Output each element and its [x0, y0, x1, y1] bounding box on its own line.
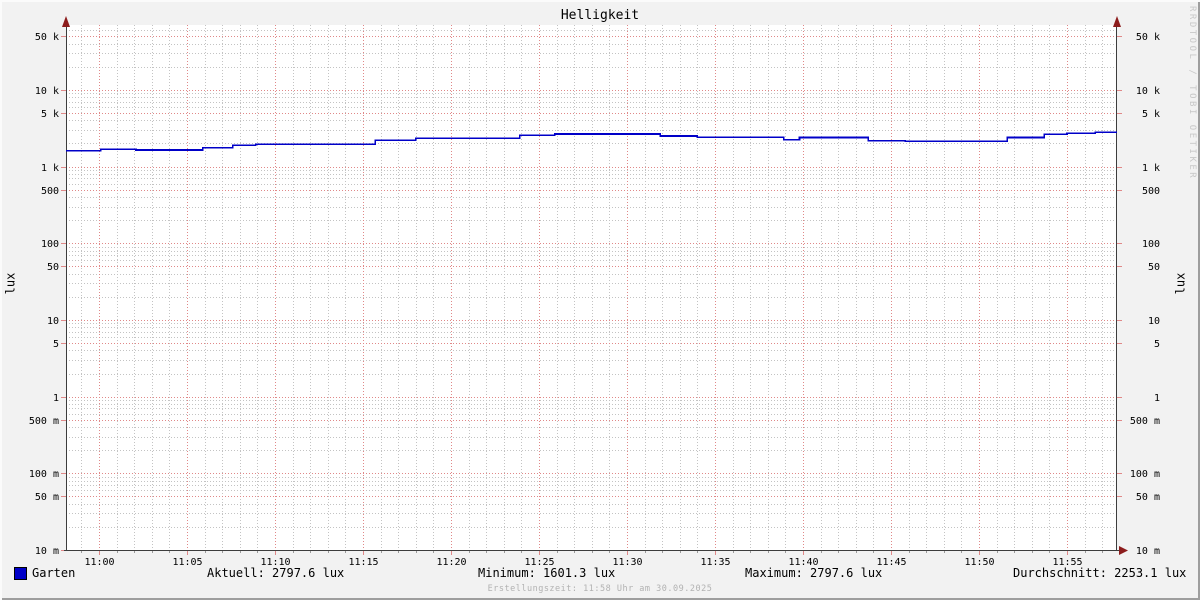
y-tick-label-left: 500 m — [29, 416, 59, 427]
y-tick-label-left: 10 — [47, 316, 59, 327]
y-tick-label-right: 50 — [1148, 262, 1160, 273]
y-tick-label-right: 10 k — [1136, 86, 1160, 97]
x-tick-label: 11:30 — [612, 557, 642, 568]
x-axis-arrow — [1119, 546, 1128, 555]
y-tick-label-left: 50 m — [35, 492, 59, 503]
y-tick-label-right: 5 — [1154, 339, 1160, 350]
y-axis-unit-left: lux — [3, 272, 18, 295]
chart-canvas: 50 k 50 k 10 k 10 k 5 k 5 k 1 k 1 k 500 500 100 100… — [29, 16, 1160, 568]
creation-timestamp: Erstellungszeit: 11:58 Uhr am 30.09.2025 — [487, 584, 713, 594]
plot-area — [66, 25, 1117, 550]
y-tick-label-left: 10 m — [35, 546, 59, 557]
y-tick-label-right: 100 m — [1130, 469, 1160, 480]
legend-color-swatch — [14, 567, 27, 580]
y-tick-label-left: 50 — [47, 262, 59, 273]
legend-series-label: Garten — [32, 566, 76, 580]
y-tick-label-right: 10 — [1148, 316, 1160, 327]
x-tick-label: 11:20 — [436, 557, 466, 568]
y-tick-label-right: 10 m — [1136, 546, 1160, 557]
x-tick-label: 11:50 — [964, 557, 994, 568]
y-tick-label-left: 100 m — [29, 469, 59, 480]
y-tick-label-left: 50 k — [35, 32, 59, 43]
y-tick-label-left: 1 k — [41, 163, 59, 174]
x-tick-label: 11:15 — [348, 557, 378, 568]
y-tick-label-right: 50 k — [1136, 32, 1160, 43]
y-tick-label-right: 500 m — [1130, 416, 1160, 427]
x-tick-label: 11:00 — [84, 557, 114, 568]
y-tick-label-right: 50 m — [1136, 492, 1160, 503]
y-tick-label-right: 5 k — [1142, 109, 1160, 120]
chart-title: Helligkeit — [560, 8, 640, 23]
y-tick-label-left: 100 — [41, 239, 59, 250]
stat-maximum: Maximum: 2797.6 lux — [745, 566, 883, 580]
y-tick-label-left: 1 — [53, 393, 59, 404]
x-tick-label: 11:35 — [700, 557, 730, 568]
y-axis-unit-right: lux — [1173, 272, 1188, 295]
y-tick-label-right: 1 — [1154, 393, 1160, 404]
y-tick-label-right: 100 — [1142, 239, 1160, 250]
rrdtool-graph: 50 k 50 k 10 k 10 k 5 k 5 k 1 k 1 k 500 500 100 100… — [0, 0, 1200, 600]
y-tick-label-left: 500 — [41, 186, 59, 197]
stat-aktuell: Aktuell: 2797.6 lux — [207, 566, 345, 580]
rrdtool-watermark: RRDTOOL / TOBI OETIKER — [1187, 6, 1197, 181]
y-tick-label-left: 5 — [53, 339, 59, 350]
stat-durchschnitt: Durchschnitt: 2253.1 lux — [1013, 566, 1187, 580]
x-tick-label: 11:05 — [172, 557, 202, 568]
y-tick-label-left: 5 k — [41, 109, 59, 120]
y-tick-label-right: 500 — [1142, 186, 1160, 197]
y-tick-label-left: 10 k — [35, 86, 59, 97]
stat-minimum: Minimum: 1601.3 lux — [478, 566, 616, 580]
y-tick-label-right: 1 k — [1142, 163, 1160, 174]
